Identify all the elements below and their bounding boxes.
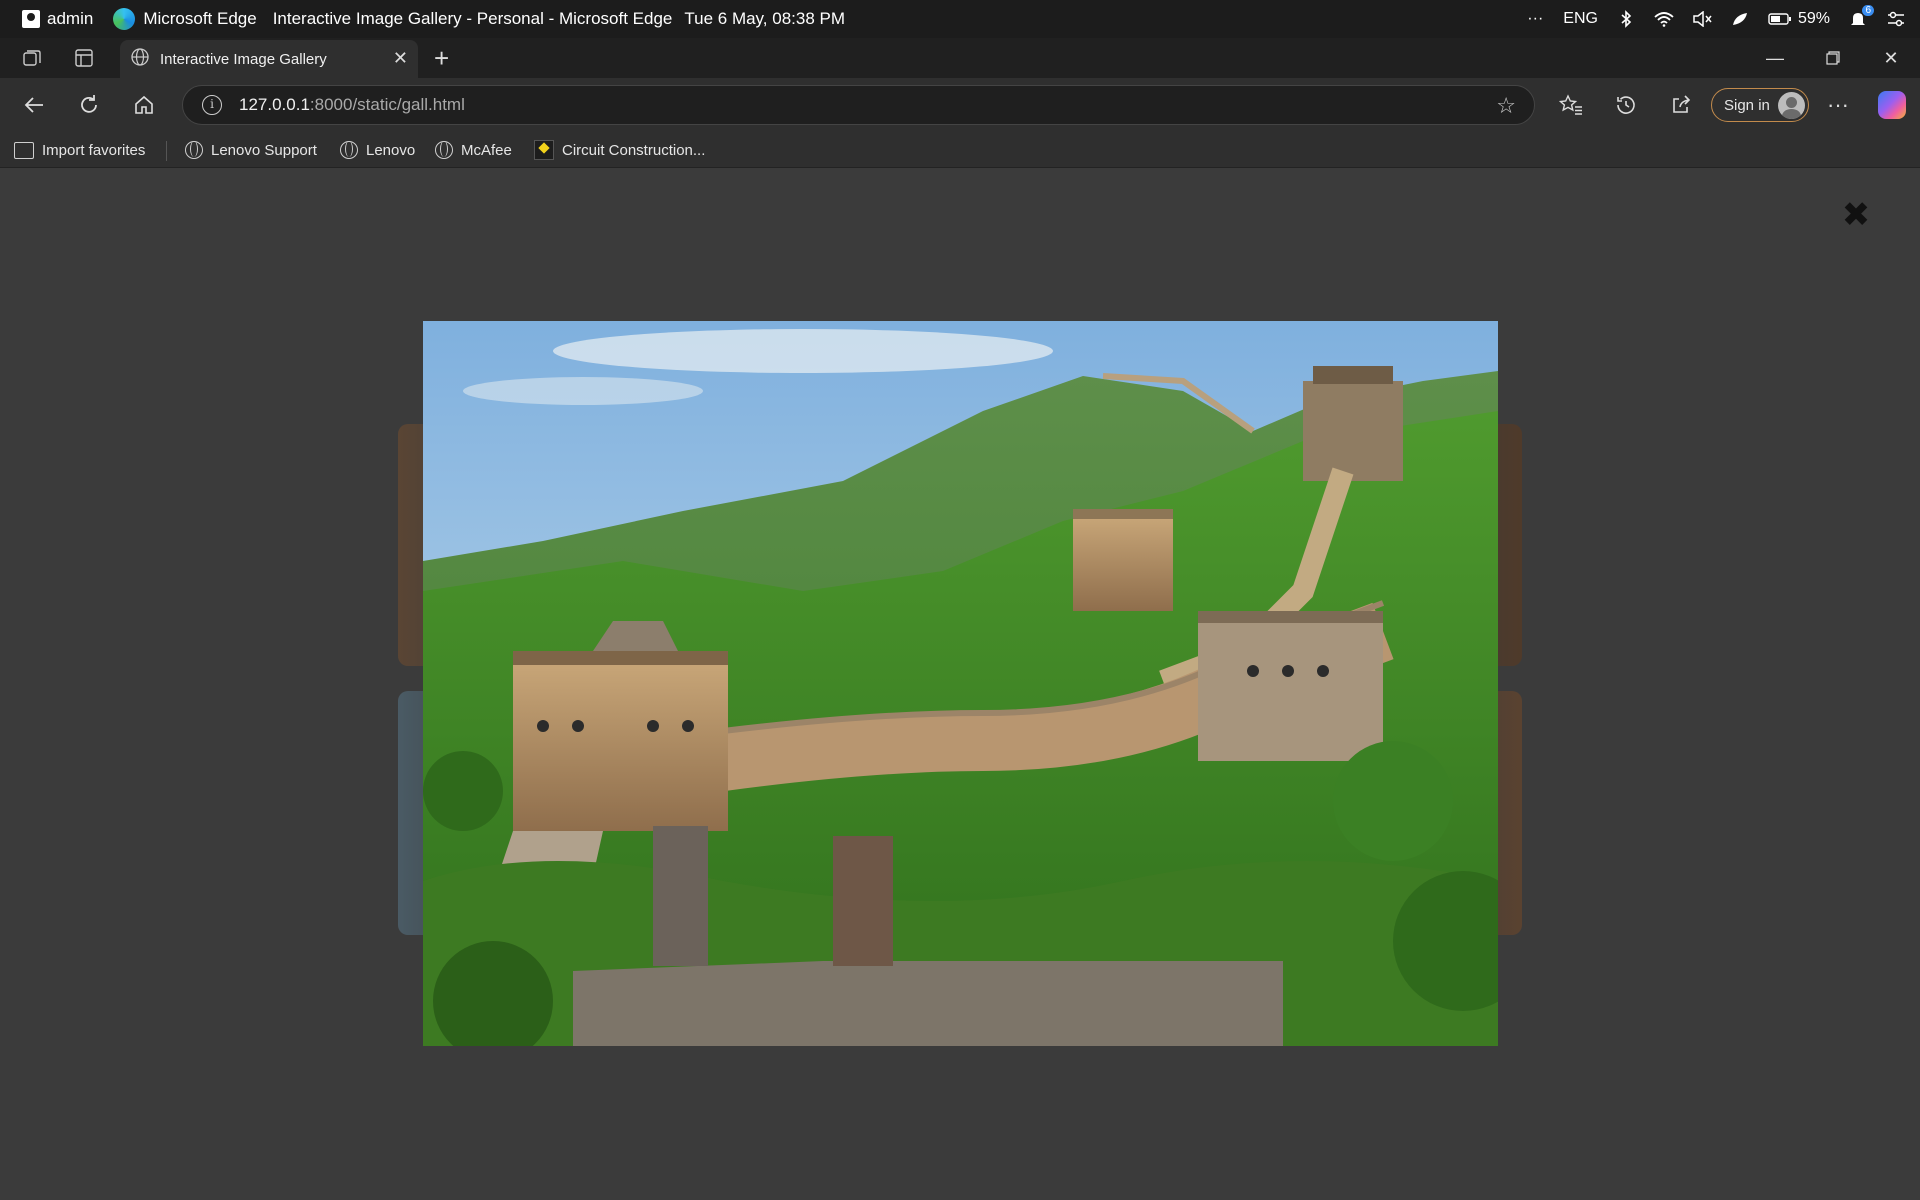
- sign-in-button[interactable]: Sign in: [1711, 88, 1809, 122]
- history-icon[interactable]: [1612, 91, 1640, 119]
- avatar-icon: [1778, 92, 1805, 119]
- system-tray: ··· ENG 59% 6: [1525, 0, 1906, 38]
- tab-label: Interactive Image Gallery: [160, 50, 327, 68]
- globe-icon: [130, 47, 150, 72]
- globe-icon: [435, 141, 453, 159]
- favorite-label: Import favorites: [42, 141, 146, 159]
- home-button[interactable]: [130, 91, 158, 119]
- favorites-separator: [166, 141, 167, 161]
- battery-icon[interactable]: [1768, 9, 1792, 29]
- url-host: 127.0.0.1: [239, 95, 310, 114]
- favorite-label: Lenovo: [366, 141, 416, 159]
- address-bar[interactable]: i 127.0.0.1:8000/static/gall.html ☆: [182, 85, 1535, 125]
- navigation-bar: i 127.0.0.1:8000/static/gall.html ☆ Sign…: [0, 78, 1920, 132]
- gallery-page: ✖: [0, 169, 1920, 1200]
- tab-close-icon[interactable]: ✕: [393, 48, 408, 69]
- url-path: :8000/static/gall.html: [309, 95, 465, 114]
- favorite-lenovo[interactable]: Lenovo: [340, 138, 415, 162]
- battery-saver-icon[interactable]: [1730, 9, 1750, 29]
- copilot-icon[interactable]: [1878, 91, 1906, 119]
- add-favorite-star-icon[interactable]: ☆: [1496, 93, 1516, 119]
- wifi-icon[interactable]: [1654, 9, 1674, 29]
- user-icon: [22, 10, 40, 28]
- refresh-button[interactable]: [75, 91, 103, 119]
- os-clock[interactable]: Tue 6 May, 08:38 PM: [684, 9, 845, 29]
- workspaces-icon[interactable]: [21, 47, 43, 69]
- lightbox-image: [423, 321, 1498, 1046]
- sign-in-label: Sign in: [1724, 96, 1770, 114]
- globe-icon: [340, 141, 358, 159]
- minimize-button[interactable]: —: [1750, 38, 1800, 78]
- favorite-mcafee[interactable]: McAfee: [435, 138, 512, 162]
- import-icon: [14, 141, 34, 159]
- close-window-button[interactable]: ✕: [1866, 38, 1916, 78]
- site-info-icon[interactable]: i: [202, 95, 222, 115]
- bluetooth-icon[interactable]: [1616, 9, 1636, 29]
- window-title: Interactive Image Gallery - Personal - M…: [272, 9, 673, 28]
- notifications-icon[interactable]: 6: [1848, 5, 1874, 29]
- favorite-import[interactable]: Import favorites: [14, 138, 145, 162]
- share-icon[interactable]: [1667, 91, 1695, 119]
- edge-logo-icon: [113, 8, 136, 30]
- favorite-circuit-construction[interactable]: Circuit Construction...: [534, 138, 705, 162]
- favorite-label: McAfee: [461, 141, 512, 159]
- settings-more-icon[interactable]: ···: [1824, 91, 1852, 119]
- tab-interactive-image-gallery[interactable]: Interactive Image Gallery ✕: [120, 40, 418, 78]
- phet-icon: [534, 140, 554, 160]
- battery-percent: 59%: [1797, 10, 1830, 27]
- favorites-icon[interactable]: [1557, 91, 1585, 119]
- os-user[interactable]: admin: [22, 9, 93, 29]
- favorite-lenovo-support[interactable]: Lenovo Support: [185, 138, 317, 162]
- language-indicator[interactable]: ENG: [1563, 10, 1598, 28]
- quick-settings-icon[interactable]: [1886, 9, 1906, 29]
- notification-count-badge: 6: [1862, 5, 1874, 16]
- os-taskbar: admin Microsoft Edge Interactive Image G…: [0, 0, 1920, 38]
- volume-muted-icon[interactable]: [1692, 9, 1712, 29]
- more-icon[interactable]: ···: [1525, 9, 1545, 29]
- favorite-label: Circuit Construction...: [562, 141, 706, 159]
- favorites-bar: Import favorites Lenovo Support Lenovo M…: [0, 132, 1920, 168]
- new-tab-button[interactable]: +: [434, 45, 449, 71]
- tab-strip: Interactive Image Gallery ✕ + — ✕: [0, 38, 1920, 78]
- app-name: Microsoft Edge: [143, 9, 257, 28]
- vertical-tabs-icon[interactable]: [73, 47, 95, 69]
- back-button[interactable]: [20, 91, 48, 119]
- lightbox-close-button[interactable]: ✖: [1840, 198, 1872, 232]
- favorite-label: Lenovo Support: [211, 141, 317, 159]
- os-user-label: admin: [47, 9, 94, 28]
- restore-button[interactable]: [1808, 38, 1858, 78]
- globe-icon: [185, 141, 203, 159]
